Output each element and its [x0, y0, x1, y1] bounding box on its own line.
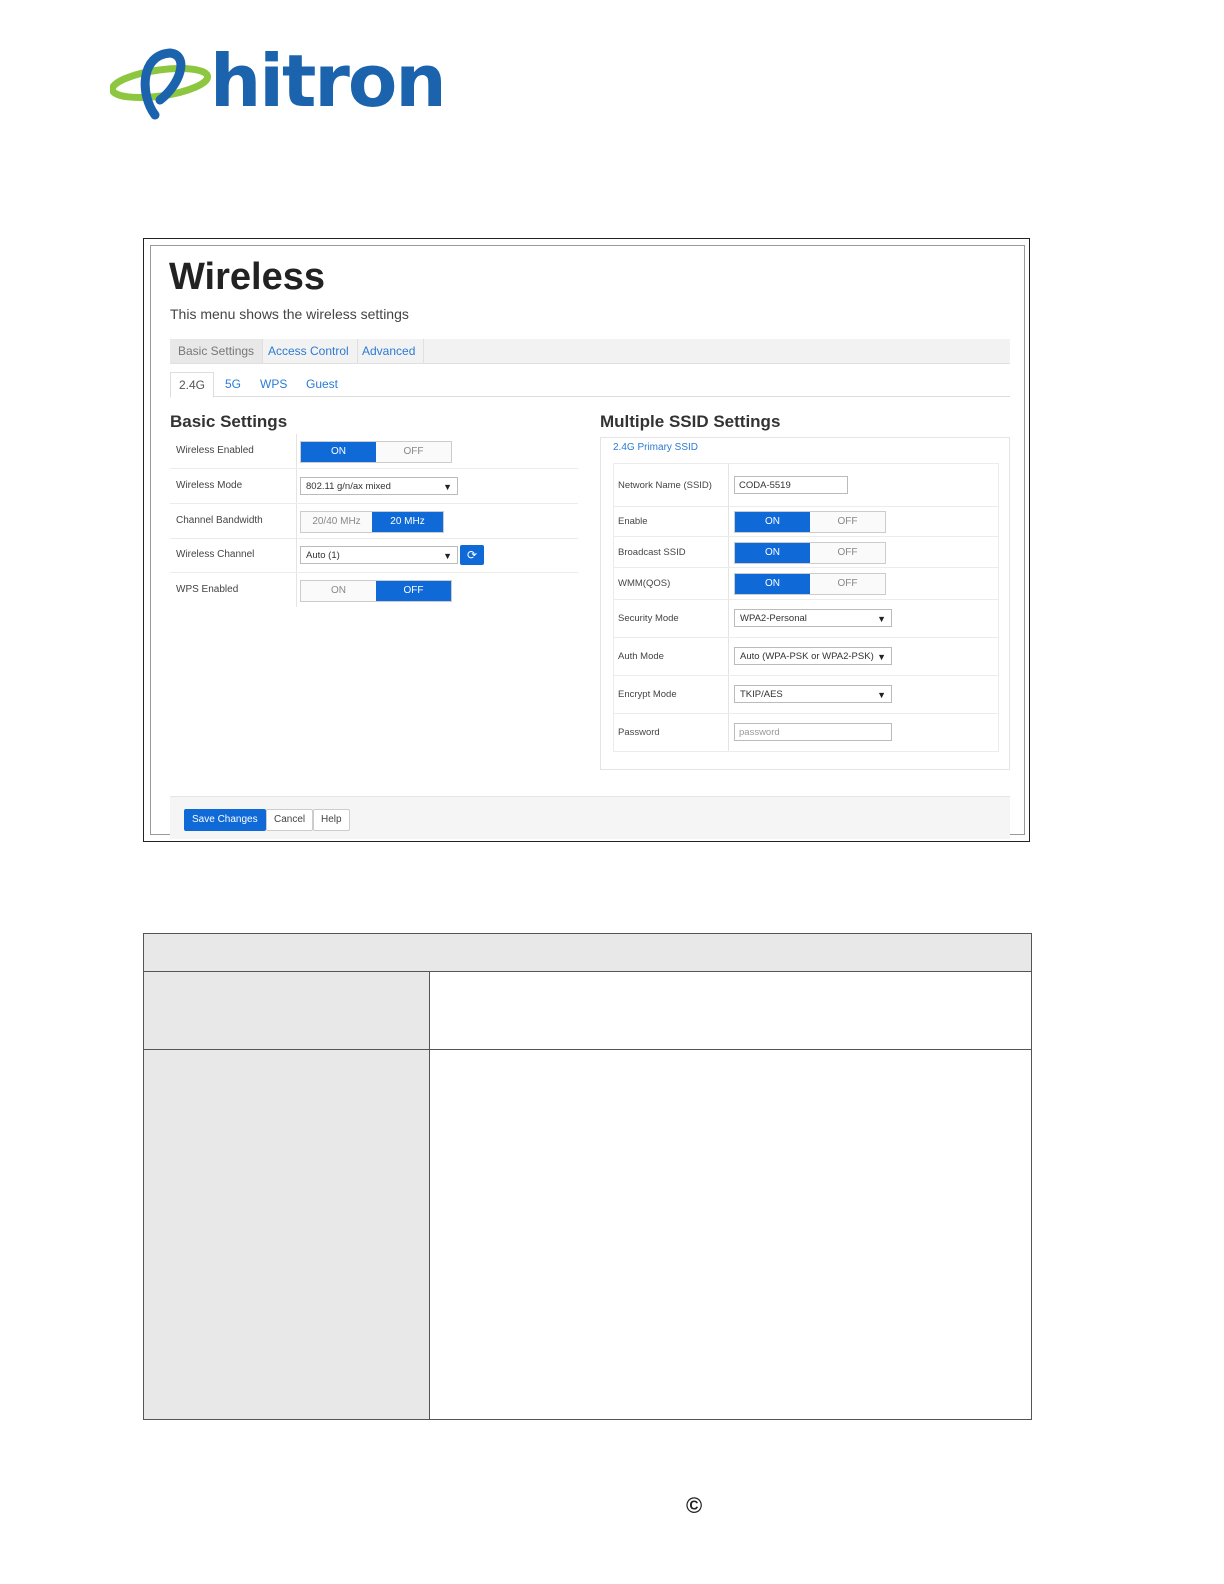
enable-toggle[interactable]: ON OFF: [734, 511, 886, 533]
toggle-on[interactable]: ON: [735, 574, 810, 594]
row-security-mode: Security Mode WPA2-Personal ▼: [613, 600, 999, 638]
action-bar: Save Changes Cancel Help: [170, 796, 1010, 839]
wmm-label: WMM(QOS): [618, 568, 729, 599]
band-tabs: 2.4G 5G WPS Guest: [170, 372, 1010, 398]
dropdown-arrow-icon: ▼: [443, 482, 452, 492]
wps-enabled-label: WPS Enabled: [176, 573, 297, 607]
wps-enabled-toggle[interactable]: ON OFF: [300, 580, 452, 602]
broadcast-ssid-label: Broadcast SSID: [618, 537, 729, 567]
toggle-off[interactable]: OFF: [810, 512, 885, 532]
network-name-label: Network Name (SSID): [618, 464, 729, 506]
security-mode-select[interactable]: WPA2-Personal ▼: [734, 609, 892, 627]
row-broadcast-ssid: Broadcast SSID ON OFF: [613, 537, 999, 568]
encrypt-mode-select[interactable]: TKIP/AES ▼: [734, 685, 892, 703]
row-wmm: WMM(QOS) ON OFF: [613, 568, 999, 600]
wireless-channel-value: Auto (1): [306, 550, 340, 561]
security-mode-value: WPA2-Personal: [740, 613, 807, 624]
security-mode-label: Security Mode: [618, 600, 729, 637]
help-button[interactable]: Help: [313, 809, 350, 831]
row-wireless-channel: Wireless Channel Auto (1) ▼ ⟳: [170, 538, 578, 573]
auth-mode-select[interactable]: Auto (WPA-PSK or WPA2-PSK) ▼: [734, 647, 892, 665]
table-header: [144, 934, 1031, 972]
row-wireless-mode: Wireless Mode 802.11 g/n/ax mixed ▼: [170, 469, 578, 504]
encrypt-mode-value: TKIP/AES: [740, 689, 783, 700]
toggle-off[interactable]: OFF: [376, 581, 451, 601]
tab-5g[interactable]: 5G: [225, 372, 241, 396]
wireless-mode-value: 802.11 g/n/ax mixed: [306, 481, 391, 492]
tab-advanced[interactable]: Advanced: [354, 339, 425, 363]
row-encrypt-mode: Encrypt Mode TKIP/AES ▼: [613, 676, 999, 714]
save-changes-button[interactable]: Save Changes: [184, 809, 266, 831]
dropdown-arrow-icon: ▼: [877, 614, 886, 624]
brand-wordmark: hitron: [210, 39, 447, 123]
password-label: Password: [618, 714, 729, 751]
row-auth-mode: Auth Mode Auto (WPA-PSK or WPA2-PSK) ▼: [613, 638, 999, 676]
wireless-channel-select[interactable]: Auto (1) ▼: [300, 546, 458, 564]
tab-wps[interactable]: WPS: [260, 372, 287, 396]
dropdown-arrow-icon: ▼: [877, 690, 886, 700]
row-wps-enabled: WPS Enabled ON OFF: [170, 573, 578, 607]
wireless-channel-label: Wireless Channel: [176, 538, 297, 572]
tab-basic-settings[interactable]: Basic Settings: [170, 339, 264, 363]
wireless-enabled-label: Wireless Enabled: [176, 434, 297, 468]
ssid-panel: 2.4G Primary SSID Network Name (SSID) CO…: [600, 437, 1010, 770]
multiple-ssid-title: Multiple SSID Settings: [600, 412, 781, 431]
wmm-toggle[interactable]: ON OFF: [734, 573, 886, 595]
wireless-mode-label: Wireless Mode: [176, 469, 297, 503]
toggle-on[interactable]: ON: [735, 543, 810, 563]
wireless-enabled-toggle[interactable]: ON OFF: [300, 441, 452, 463]
encrypt-mode-label: Encrypt Mode: [618, 676, 729, 713]
copyright-icon: ©: [686, 1493, 703, 1518]
toggle-on[interactable]: ON: [735, 512, 810, 532]
wireless-screen: Wireless This menu shows the wireless se…: [143, 238, 1030, 842]
auth-mode-value: Auto (WPA-PSK or WPA2-PSK): [740, 651, 874, 662]
ssid-header: 2.4G Primary SSID: [613, 442, 699, 453]
row-password: Password password: [613, 714, 999, 752]
page-subtitle: This menu shows the wireless settings: [170, 306, 409, 322]
row-channel-bandwidth: Channel Bandwidth 20/40 MHz 20 MHz: [170, 504, 578, 539]
toggle-off[interactable]: OFF: [376, 442, 451, 462]
bandwidth-20-40[interactable]: 20/40 MHz: [301, 512, 372, 532]
dropdown-arrow-icon: ▼: [877, 652, 886, 662]
basic-settings-title: Basic Settings: [170, 412, 288, 431]
toggle-on[interactable]: ON: [301, 442, 376, 462]
table-row-1-value: [430, 972, 1031, 1050]
toggle-on[interactable]: ON: [301, 581, 376, 601]
section-tabs: Basic Settings Access Control Advanced: [170, 339, 1010, 364]
description-table: [143, 933, 1032, 1420]
wireless-mode-select[interactable]: 802.11 g/n/ax mixed ▼: [300, 477, 458, 495]
dropdown-arrow-icon: ▼: [443, 551, 452, 561]
row-wireless-enabled: Wireless Enabled ON OFF: [170, 434, 578, 469]
channel-bandwidth-toggle[interactable]: 20/40 MHz 20 MHz: [300, 511, 444, 533]
refresh-icon[interactable]: ⟳: [460, 545, 484, 565]
cancel-button[interactable]: Cancel: [266, 809, 314, 831]
table-row-1-label: [144, 972, 430, 1050]
row-network-name: Network Name (SSID) CODA-5519: [613, 463, 999, 507]
broadcast-ssid-toggle[interactable]: ON OFF: [734, 542, 886, 564]
screen-inner: Wireless This menu shows the wireless se…: [150, 245, 1025, 839]
network-name-input[interactable]: CODA-5519: [734, 476, 848, 494]
tab-2-4g[interactable]: 2.4G: [170, 372, 215, 398]
page-title: Wireless: [169, 256, 325, 298]
password-input[interactable]: password: [734, 723, 892, 741]
tab-access-control[interactable]: Access Control: [260, 339, 358, 363]
channel-bandwidth-label: Channel Bandwidth: [176, 504, 297, 538]
enable-label: Enable: [618, 506, 729, 536]
toggle-off[interactable]: OFF: [810, 543, 885, 563]
row-enable: Enable ON OFF: [613, 506, 999, 537]
tab-guest[interactable]: Guest: [306, 372, 338, 396]
bandwidth-20[interactable]: 20 MHz: [372, 512, 443, 532]
toggle-off[interactable]: OFF: [810, 574, 885, 594]
table-row-2-label: [144, 1050, 430, 1419]
auth-mode-label: Auth Mode: [618, 638, 729, 675]
